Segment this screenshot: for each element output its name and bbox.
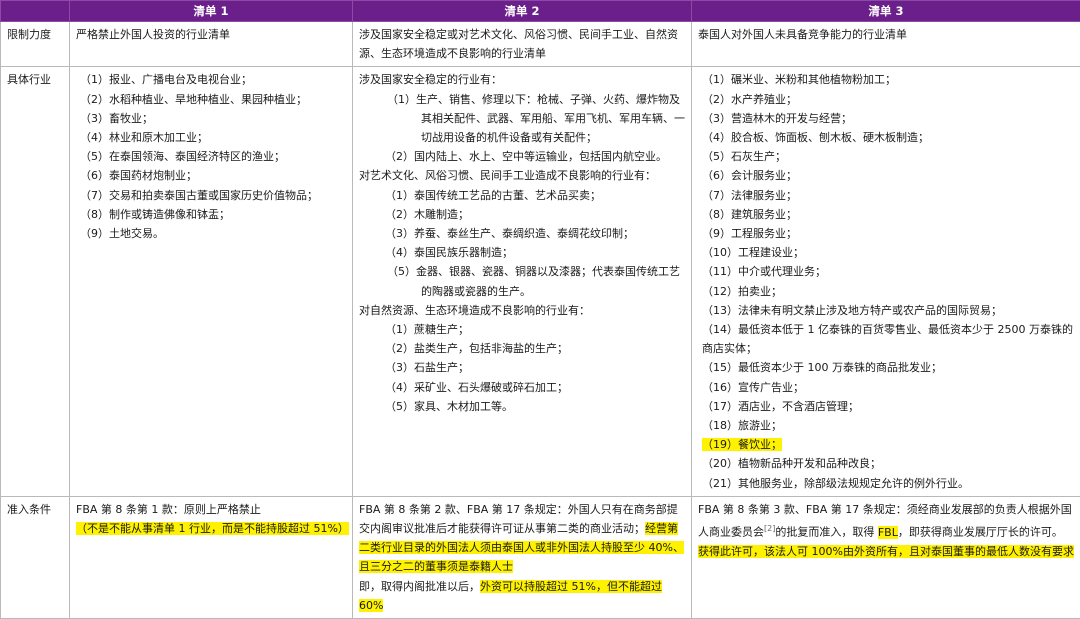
header-list-3: 清单 3: [692, 1, 1080, 22]
list-item: （5）在泰国领海、泰国经济特区的渔业；: [76, 147, 346, 166]
group-heading-security: 涉及国家安全稳定的行业有：: [359, 70, 685, 89]
list-item: （8）制作或铸造佛像和钵盂；: [76, 205, 346, 224]
list-item: （9）工程服务业；: [698, 224, 1074, 243]
list-item: （3）畜牧业；: [76, 109, 346, 128]
entry-text: FBA 第 8 条第 2 款、FBA 第 17 条规定：外国人只有在商务部提交内…: [359, 503, 678, 535]
entry-highlight: （不是不能从事清单 1 行业，而是不能持股超过 51%）: [76, 519, 346, 538]
industries-list-2: 涉及国家安全稳定的行业有： （1）生产、销售、修理以下：枪械、子弹、火药、爆炸物…: [353, 67, 692, 496]
list-item: （5）石灰生产；: [698, 147, 1074, 166]
list-item: （15）最低资本少于 100 万泰铢的商品批发业；: [698, 358, 1074, 377]
list-item-highlighted: （19）餐饮业；: [698, 435, 1074, 454]
list-item: （20）植物新品种开发和品种改良；: [698, 454, 1074, 473]
list-item: （3）石盐生产；: [359, 358, 685, 377]
list-item: （21）其他服务业，除部级法规规定允许的例外行业。: [698, 474, 1074, 493]
entry-list-2: FBA 第 8 条第 2 款、FBA 第 17 条规定：外国人只有在商务部提交内…: [353, 496, 692, 618]
list-item: （2）国内陆上、水上、空中等运输业，包括国内航空业。: [359, 147, 685, 166]
header-row: 清单 1 清单 2 清单 3: [1, 1, 1080, 22]
footnote-ref[interactable]: [2]: [764, 524, 775, 533]
list-item: （3）营造林木的开发与经营；: [698, 109, 1074, 128]
list-item: （2）水产养殖业；: [698, 90, 1074, 109]
row-entry-conditions: 准入条件 FBA 第 8 条第 1 款：原则上严格禁止 （不是不能从事清单 1 …: [1, 496, 1080, 618]
list-item: （4）采矿业、石头爆破或碎石加工；: [359, 378, 685, 397]
list-item: （1）蔗糖生产；: [359, 320, 685, 339]
list-item: （9）土地交易。: [76, 224, 346, 243]
restriction-list-2: 涉及国家安全稳定或对艺术文化、风俗习惯、民间手工业、自然资源、生态环境造成不良影…: [353, 22, 692, 67]
entry-list-1: FBA 第 8 条第 1 款：原则上严格禁止 （不是不能从事清单 1 行业，而是…: [70, 496, 353, 618]
list-item: （1）碾米业、米粉和其他植物粉加工；: [698, 70, 1074, 89]
list-item: （7）交易和拍卖泰国古董或国家历史价值物品；: [76, 186, 346, 205]
list-item: （1）生产、销售、修理以下：枪械、子弹、火药、爆炸物及其相关配件、武器、军用船、…: [359, 90, 685, 148]
industries-list-3: （1）碾米业、米粉和其他植物粉加工； （2）水产养殖业； （3）营造林木的开发与…: [692, 67, 1080, 496]
entry-list-3: FBA 第 8 条第 3 款、FBA 第 17 条规定：须经商业发展部的负责人根…: [692, 496, 1080, 618]
list-item: （3）养蚕、泰丝生产、泰绸织造、泰绸花纹印制；: [359, 224, 685, 243]
restriction-list-1: 严格禁止外国人投资的行业清单: [70, 22, 353, 67]
list-item: （14）最低资本低于 1 亿泰铢的百货零售业、最低资本少于 2500 万泰铢的商…: [698, 320, 1074, 358]
entry-text: 即，取得内阁批准以后，: [359, 580, 480, 593]
list-item: （10）工程建设业；: [698, 243, 1074, 262]
row-label-entry: 准入条件: [1, 496, 70, 618]
row-label-restriction: 限制力度: [1, 22, 70, 67]
entry-text: FBA 第 8 条第 1 款：原则上严格禁止: [76, 500, 346, 519]
list-item: （7）法律服务业；: [698, 186, 1074, 205]
row-restriction-level: 限制力度 严格禁止外国人投资的行业清单 涉及国家安全稳定或对艺术文化、风俗习惯、…: [1, 22, 1080, 67]
list-item: （1）报业、广播电台及电视台业；: [76, 70, 346, 89]
list-item: （8）建筑服务业；: [698, 205, 1074, 224]
list-item: （5）家具、木材加工等。: [359, 397, 685, 416]
header-list-1: 清单 1: [70, 1, 353, 22]
entry-text: 的批复而准入，取得: [775, 526, 878, 539]
row-label-industries: 具体行业: [1, 67, 70, 496]
entry-text: ，即获得商业发展厅厅长的许可。: [898, 526, 1063, 539]
list-item: （6）泰国药材炮制业；: [76, 166, 346, 185]
list-item: （11）中介或代理业务；: [698, 262, 1074, 281]
list-item: （13）法律未有明文禁止涉及地方特产或农产品的国际贸易；: [698, 301, 1074, 320]
list-item: （2）水稻种植业、旱地种植业、果园种植业；: [76, 90, 346, 109]
header-blank: [1, 1, 70, 22]
list-item: （12）拍卖业；: [698, 282, 1074, 301]
list-item: （4）林业和原木加工业；: [76, 128, 346, 147]
list-item: （2）木雕制造；: [359, 205, 685, 224]
list-item: （17）酒店业，不含酒店管理；: [698, 397, 1074, 416]
list-item: （4）泰国民族乐器制造；: [359, 243, 685, 262]
list-item: （5）金器、银器、瓷器、铜器以及漆器；代表泰国传统工艺的陶器或瓷器的生产。: [359, 262, 685, 300]
row-specific-industries: 具体行业 （1）报业、广播电台及电视台业； （2）水稻种植业、旱地种植业、果园种…: [1, 67, 1080, 496]
list-item: （2）盐类生产，包括非海盐的生产；: [359, 339, 685, 358]
list-item: （18）旅游业；: [698, 416, 1074, 435]
list-item: （1）泰国传统工艺品的古董、艺术品买卖；: [359, 186, 685, 205]
list-item: （6）会计服务业；: [698, 166, 1074, 185]
group-heading-culture: 对艺术文化、风俗习惯、民间手工业造成不良影响的行业有：: [359, 166, 685, 185]
list-item: （16）宣传广告业；: [698, 378, 1074, 397]
group-heading-environment: 对自然资源、生态环境造成不良影响的行业有：: [359, 301, 685, 320]
header-list-2: 清单 2: [353, 1, 692, 22]
industries-list-1: （1）报业、广播电台及电视台业； （2）水稻种植业、旱地种植业、果园种植业； （…: [70, 67, 353, 496]
entry-highlight: FBL: [878, 526, 898, 539]
entry-highlight: 获得此许可，该法人可 100%由外资所有，且对泰国董事的最低人数没有要求: [698, 545, 1074, 558]
restriction-list-3: 泰国人对外国人未具备竞争能力的行业清单: [692, 22, 1080, 67]
list-item: （4）胶合板、饰面板、刨木板、硬木板制造；: [698, 128, 1074, 147]
investment-restriction-table: 清单 1 清单 2 清单 3 限制力度 严格禁止外国人投资的行业清单 涉及国家安…: [0, 0, 1080, 619]
